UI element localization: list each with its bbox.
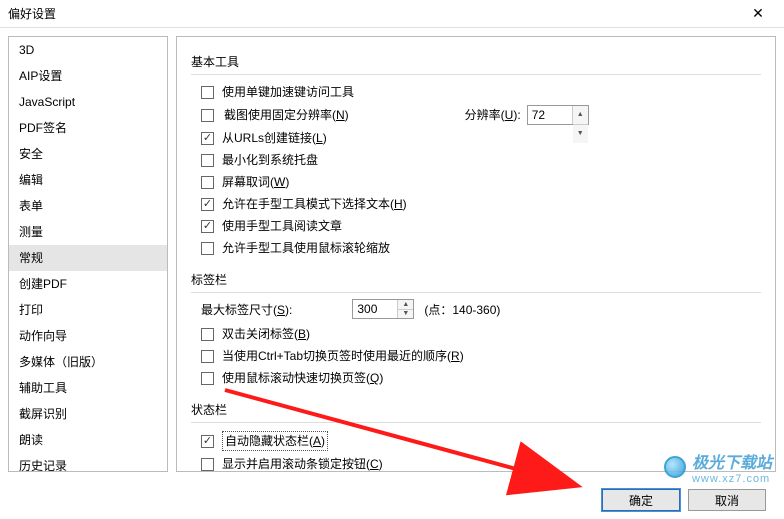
sidebar-item[interactable]: 多媒体（旧版）: [9, 349, 167, 375]
label-dblclick-close-tab: 双击关闭标签(B): [222, 325, 310, 343]
label-hand-tool-select-text: 允许在手型工具模式下选择文本(H): [222, 195, 407, 213]
max-tab-size-spinner[interactable]: ▲ ▼: [352, 299, 414, 319]
checkbox-minimize-to-tray[interactable]: [201, 154, 214, 167]
checkbox-ctrl-tab-recent-order[interactable]: [201, 350, 214, 363]
checkbox-auto-hide-status-bar[interactable]: [201, 435, 214, 448]
checkbox-screen-grab-word[interactable]: [201, 176, 214, 189]
resolution-spinner[interactable]: ▲ ▼: [527, 105, 589, 125]
sidebar-item[interactable]: 编辑: [9, 167, 167, 193]
label-auto-hide-status-bar: 自动隐藏状态栏(A): [222, 431, 328, 451]
spinner-up-icon[interactable]: ▲: [398, 300, 413, 310]
sidebar-item[interactable]: 打印: [9, 297, 167, 323]
checkbox-fixed-screenshot-res[interactable]: [201, 109, 214, 122]
label-screen-grab-word: 屏幕取词(W): [222, 173, 289, 191]
sidebar-item[interactable]: 截屏识别: [9, 401, 167, 427]
resolution-input[interactable]: [528, 106, 572, 124]
label-create-links-from-urls: 从URLs创建链接(L): [222, 129, 327, 147]
checkbox-hand-tool-wheel-zoom[interactable]: [201, 242, 214, 255]
checkbox-hand-tool-select-text[interactable]: [201, 198, 214, 211]
sidebar-item[interactable]: 朗读: [9, 427, 167, 453]
sidebar-item[interactable]: 3D: [9, 37, 167, 63]
sidebar-item[interactable]: 历史记录: [9, 453, 167, 472]
label-wheel-switch-tabs: 使用鼠标滚动快速切换页签(Q): [222, 369, 383, 387]
label-minimize-to-tray: 最小化到系统托盘: [222, 151, 318, 169]
sidebar-item[interactable]: 常规: [9, 245, 167, 271]
checkbox-single-key-accel[interactable]: [201, 86, 214, 99]
cancel-button[interactable]: 取消: [688, 489, 766, 511]
close-button[interactable]: ✕: [740, 1, 776, 27]
label-hand-tool-wheel-zoom: 允许手型工具使用鼠标滚轮缩放: [222, 239, 390, 257]
label-max-tab-size: 最大标签尺寸(S):: [201, 301, 292, 318]
label-single-key-accel: 使用单键加速键访问工具: [222, 83, 354, 101]
max-tab-size-input[interactable]: [353, 300, 397, 318]
group-basic-tools: 基本工具: [191, 53, 761, 70]
sidebar-item[interactable]: 创建PDF: [9, 271, 167, 297]
sidebar-item[interactable]: PDF签名: [9, 115, 167, 141]
label-ctrl-tab-recent-order: 当使用Ctrl+Tab切换页签时使用最近的顺序(R): [222, 347, 464, 365]
settings-panel: 基本工具 使用单键加速键访问工具 截图使用固定分辨率(N) 分辨率(U): ▲ …: [176, 36, 776, 472]
spinner-up-icon[interactable]: ▲: [573, 106, 588, 125]
label-hand-tool-read-article: 使用手型工具阅读文章: [222, 217, 342, 235]
group-status-bar: 状态栏: [191, 401, 761, 418]
checkbox-show-scroll-lock-btn[interactable]: [201, 458, 214, 471]
label-show-scroll-lock-btn: 显示并启用滚动条锁定按钮(C): [222, 455, 383, 472]
hint-max-tab-size: (点：140-360): [424, 301, 500, 318]
checkbox-wheel-switch-tabs[interactable]: [201, 372, 214, 385]
checkbox-hand-tool-read-article[interactable]: [201, 220, 214, 233]
label-resolution: 分辨率(U):: [465, 106, 521, 124]
spinner-down-icon[interactable]: ▼: [573, 125, 588, 143]
group-tab-bar: 标签栏: [191, 271, 761, 288]
sidebar-item[interactable]: AIP设置: [9, 63, 167, 89]
ok-button[interactable]: 确定: [602, 489, 680, 511]
checkbox-dblclick-close-tab[interactable]: [201, 328, 214, 341]
category-list[interactable]: 3DAIP设置JavaScriptPDF签名安全编辑表单测量常规创建PDF打印动…: [8, 36, 168, 472]
sidebar-item[interactable]: 辅助工具: [9, 375, 167, 401]
sidebar-item[interactable]: 表单: [9, 193, 167, 219]
sidebar-item[interactable]: 动作向导: [9, 323, 167, 349]
spinner-down-icon[interactable]: ▼: [398, 310, 413, 319]
checkbox-create-links-from-urls[interactable]: [201, 132, 214, 145]
window-title: 偏好设置: [8, 5, 56, 22]
sidebar-item[interactable]: 测量: [9, 219, 167, 245]
sidebar-item[interactable]: JavaScript: [9, 89, 167, 115]
sidebar-item[interactable]: 安全: [9, 141, 167, 167]
label-fixed-screenshot-res: 截图使用固定分辨率(N): [224, 106, 349, 124]
